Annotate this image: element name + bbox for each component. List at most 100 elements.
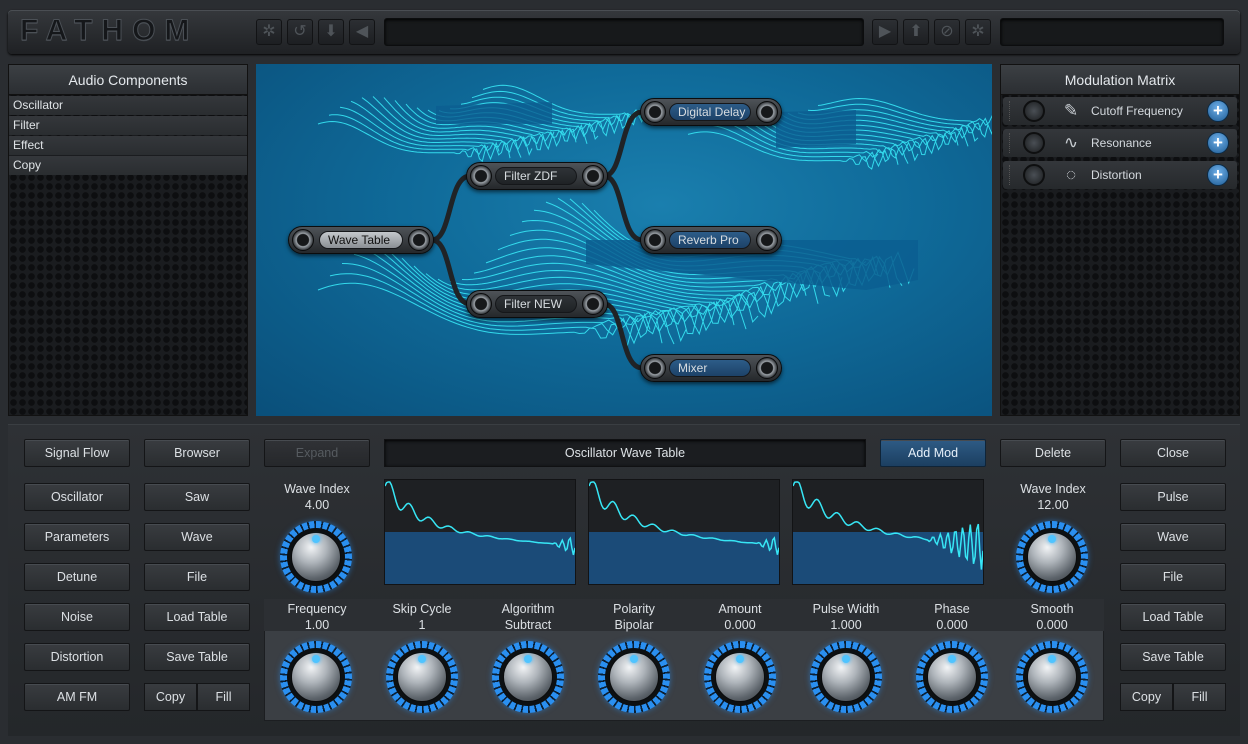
port-out[interactable]	[408, 229, 430, 251]
save-table-button[interactable]: Save Table	[144, 643, 250, 671]
mod-row-cutoff[interactable]: ✎ Cutoff Frequency +	[1003, 97, 1237, 125]
preset-name-field[interactable]	[384, 18, 864, 46]
port-in[interactable]	[644, 101, 666, 123]
modulation-matrix-panel: Modulation Matrix ✎ Cutoff Frequency + ∿…	[1000, 64, 1240, 416]
param-value-frequency: 1.00	[304, 618, 330, 632]
panel-title: Audio Components	[9, 65, 247, 95]
param-label-skip-cycle: Skip Cycle	[392, 602, 452, 616]
add-icon[interactable]: +	[1207, 132, 1229, 154]
load-table-button[interactable]: Load Table	[1120, 603, 1226, 631]
port-out[interactable]	[756, 229, 778, 251]
polarity-knob[interactable]	[598, 641, 670, 713]
wave-index-knob[interactable]	[1016, 521, 1088, 593]
port-in[interactable]	[292, 229, 314, 251]
add-icon[interactable]: +	[1207, 100, 1229, 122]
port-out[interactable]	[582, 165, 604, 187]
mod-amount-knob[interactable]	[1023, 164, 1045, 186]
node-label: Filter ZDF	[495, 167, 577, 185]
amount-knob[interactable]	[704, 641, 776, 713]
parameters-button[interactable]: Parameters	[24, 523, 130, 551]
undo-icon[interactable]: ↺	[287, 19, 313, 45]
drag-handle[interactable]	[1009, 101, 1012, 121]
phase-knob[interactable]	[916, 641, 988, 713]
node-filter-zdf[interactable]: Filter ZDF	[466, 162, 608, 190]
mod-target-label: Resonance	[1091, 136, 1152, 150]
mod-row-distortion[interactable]: ◌ Distortion +	[1003, 161, 1237, 189]
app-logo: FATHOM	[20, 14, 199, 47]
add-mod-button[interactable]: Add Mod	[880, 439, 986, 467]
fill-button[interactable]: Fill	[1173, 683, 1226, 711]
wave-index-knob[interactable]	[280, 521, 352, 593]
skip-cycle-knob[interactable]	[386, 641, 458, 713]
mod-amount-knob[interactable]	[1023, 100, 1045, 122]
mod-row-resonance[interactable]: ∿ Resonance +	[1003, 129, 1237, 157]
port-in[interactable]	[470, 293, 492, 315]
gear-icon[interactable]: ✲	[256, 19, 282, 45]
component-item-oscillator[interactable]: Oscillator	[9, 96, 247, 115]
node-filter-new[interactable]: Filter NEW	[466, 290, 608, 318]
expand-button[interactable]: Expand	[264, 439, 370, 467]
gear-icon[interactable]: ✲	[965, 19, 991, 45]
load-table-button[interactable]: Load Table	[144, 603, 250, 631]
node-label: Reverb Pro	[669, 231, 751, 249]
fill-button[interactable]: Fill	[197, 683, 250, 711]
editor-title: Oscillator Wave Table	[384, 439, 866, 467]
smooth-knob[interactable]	[1016, 641, 1088, 713]
download-icon[interactable]: ⬇	[318, 19, 344, 45]
wave-display-3[interactable]	[792, 479, 984, 585]
arrow-left-icon[interactable]: ◀	[349, 19, 375, 45]
cancel-icon[interactable]: ⊘	[934, 19, 960, 45]
audio-components-panel: Audio Components Oscillator Filter Effec…	[8, 64, 248, 416]
port-in[interactable]	[644, 357, 666, 379]
drag-handle[interactable]	[1009, 165, 1012, 185]
node-label: Digital Delay	[669, 103, 751, 121]
wave-button[interactable]: Wave	[144, 523, 250, 551]
port-in[interactable]	[644, 229, 666, 251]
file-button[interactable]: File	[144, 563, 250, 591]
browser-button[interactable]: Browser	[144, 439, 250, 467]
copy-button[interactable]: Copy	[1120, 683, 1173, 711]
oscillator-button[interactable]: Oscillator	[24, 483, 130, 511]
algorithm-knob[interactable]	[492, 641, 564, 713]
drag-handle[interactable]	[1009, 133, 1012, 153]
component-item-effect[interactable]: Effect	[9, 136, 247, 155]
mod-target-label: Cutoff Frequency	[1091, 104, 1183, 118]
param-label-smooth: Smooth	[1030, 602, 1074, 616]
mod-amount-knob[interactable]	[1023, 132, 1045, 154]
signal-flow-canvas[interactable]: Wave Table Filter ZDF Filter NEW Digital…	[256, 64, 992, 416]
saw-button[interactable]: Saw	[144, 483, 250, 511]
noise-button[interactable]: Noise	[24, 603, 130, 631]
param-value-pulse-width: 1.000	[830, 618, 862, 632]
node-wave-table[interactable]: Wave Table	[288, 226, 434, 254]
port-out[interactable]	[756, 101, 778, 123]
component-item-filter[interactable]: Filter	[9, 116, 247, 135]
wave-display-1[interactable]	[384, 479, 576, 585]
component-item-copy[interactable]: Copy	[9, 156, 247, 175]
signal-flow-button[interactable]: Signal Flow	[24, 439, 130, 467]
delete-button[interactable]: Delete	[1000, 439, 1106, 467]
port-out[interactable]	[582, 293, 604, 315]
detune-button[interactable]: Detune	[24, 563, 130, 591]
wave-display-2[interactable]	[588, 479, 780, 585]
param-value-smooth: 0.000	[1036, 618, 1068, 632]
port-out[interactable]	[756, 357, 778, 379]
distortion-button[interactable]: Distortion	[24, 643, 130, 671]
wave-button[interactable]: Wave	[1120, 523, 1226, 551]
am-fm-button[interactable]: AM FM	[24, 683, 130, 711]
pulse-button[interactable]: Pulse	[1120, 483, 1226, 511]
close-button[interactable]: Close	[1120, 439, 1226, 467]
copy-button[interactable]: Copy	[144, 683, 197, 711]
upload-icon[interactable]: ⬆	[903, 19, 929, 45]
port-in[interactable]	[470, 165, 492, 187]
pulse-width-knob[interactable]	[810, 641, 882, 713]
node-reverb-pro[interactable]: Reverb Pro	[640, 226, 782, 254]
arrow-right-icon[interactable]: ▶	[872, 19, 898, 45]
param-label-amount: Amount	[718, 602, 762, 616]
node-mixer[interactable]: Mixer	[640, 354, 782, 382]
add-icon[interactable]: +	[1207, 164, 1229, 186]
save-table-button[interactable]: Save Table	[1120, 643, 1226, 671]
frequency-knob[interactable]	[280, 641, 352, 713]
node-digital-delay[interactable]: Digital Delay	[640, 98, 782, 126]
file-button[interactable]: File	[1120, 563, 1226, 591]
param-label-phase: Phase	[934, 602, 970, 616]
